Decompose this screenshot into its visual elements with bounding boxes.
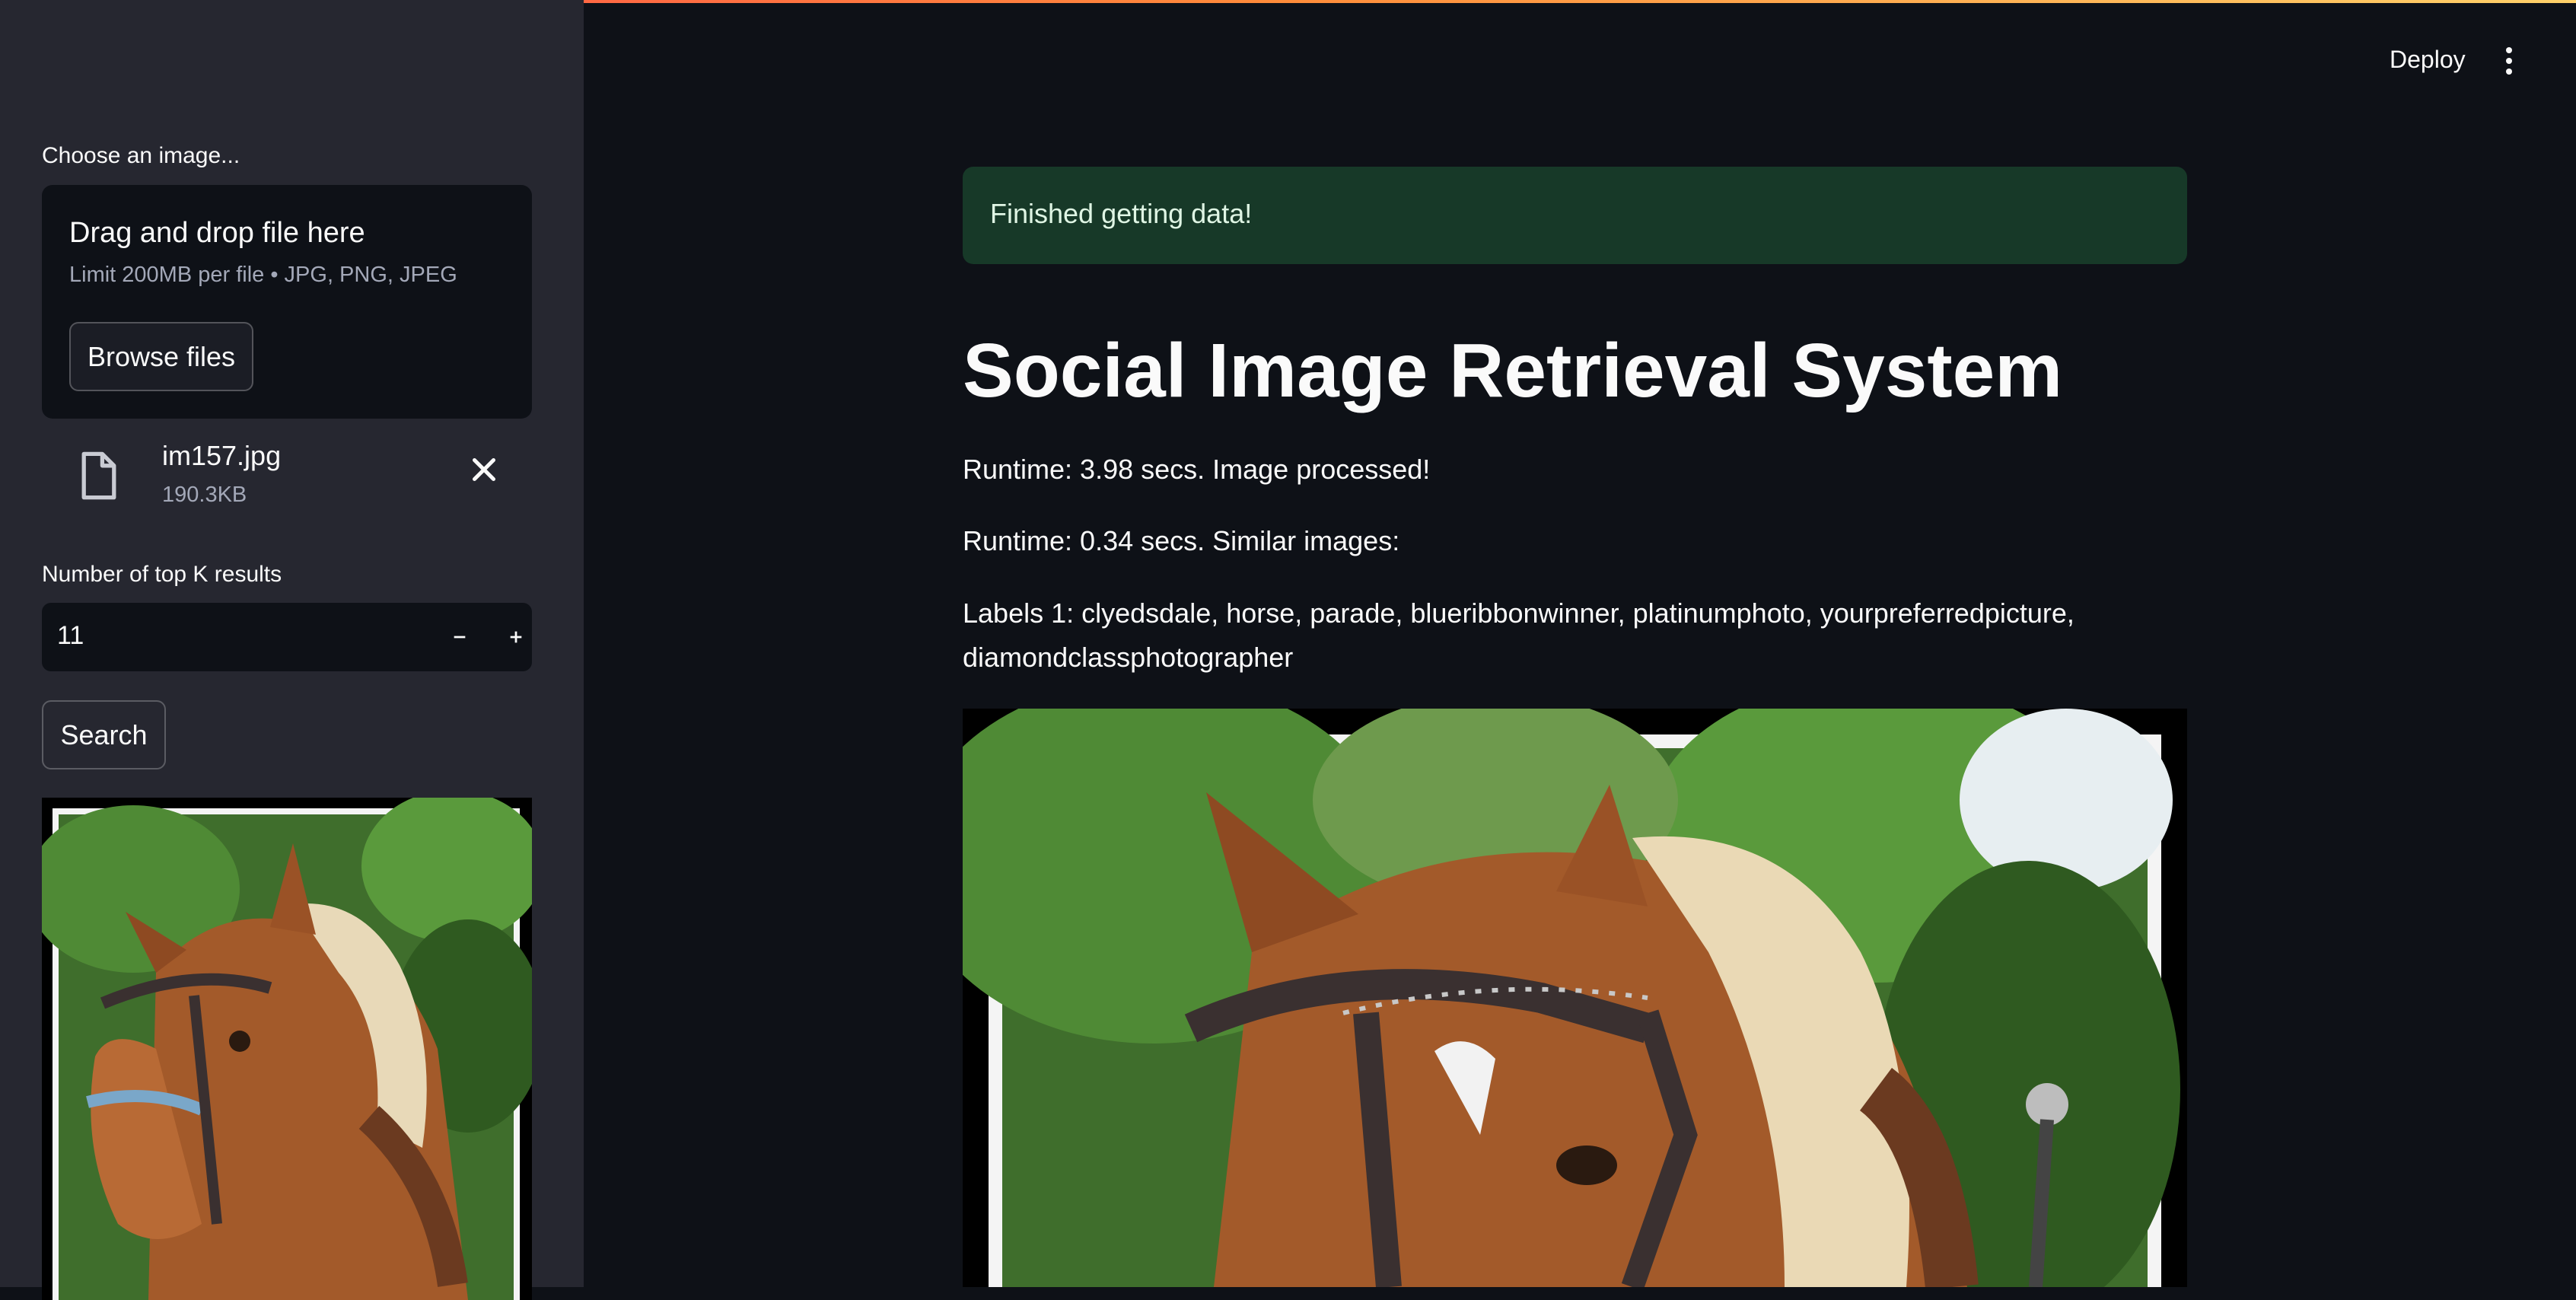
search-button[interactable]: Search xyxy=(42,700,166,769)
sidebar: Choose an image... Drag and drop file he… xyxy=(0,0,584,1300)
success-alert-text: Finished getting data! xyxy=(990,198,1253,229)
dropzone-limit: Limit 200MB per file • JPG, PNG, JPEG xyxy=(69,263,457,287)
plus-icon xyxy=(510,631,522,643)
runtime-processed-text: Runtime: 3.98 secs. Image processed! xyxy=(963,454,1431,485)
topk-number-input[interactable]: 11 xyxy=(42,603,532,671)
file-dropzone[interactable]: Drag and drop file here Limit 200MB per … xyxy=(42,185,532,419)
topk-value[interactable]: 11 xyxy=(57,621,84,651)
kebab-menu-icon[interactable] xyxy=(2498,44,2520,78)
deploy-button[interactable]: Deploy xyxy=(2390,46,2466,74)
uploaded-file: im157.jpg 190.3KB xyxy=(42,440,532,516)
labels-text: Labels 1: clyedsdale, horse, parade, blu… xyxy=(963,597,2074,673)
close-icon[interactable] xyxy=(465,451,503,489)
increment-button[interactable] xyxy=(488,603,532,671)
browse-files-button[interactable]: Browse files xyxy=(69,322,253,391)
minus-icon xyxy=(454,636,466,639)
query-image-thumbnail xyxy=(42,798,532,1300)
file-name: im157.jpg xyxy=(162,440,282,471)
runtime-similar-text: Runtime: 0.34 secs. Similar images: xyxy=(963,525,1400,556)
success-alert: Finished getting data! xyxy=(963,167,2187,264)
decrement-button[interactable] xyxy=(431,603,488,671)
result-image xyxy=(963,709,2187,1287)
file-icon xyxy=(81,451,116,500)
dropzone-title: Drag and drop file here xyxy=(69,217,365,249)
horse-photo-large xyxy=(963,709,2187,1287)
uploader-label: Choose an image... xyxy=(42,143,240,168)
page-title: Social Image Retrieval System xyxy=(963,328,2063,413)
topk-label: Number of top K results xyxy=(42,562,282,587)
horse-photo xyxy=(42,798,532,1300)
file-size: 190.3KB xyxy=(162,483,247,507)
